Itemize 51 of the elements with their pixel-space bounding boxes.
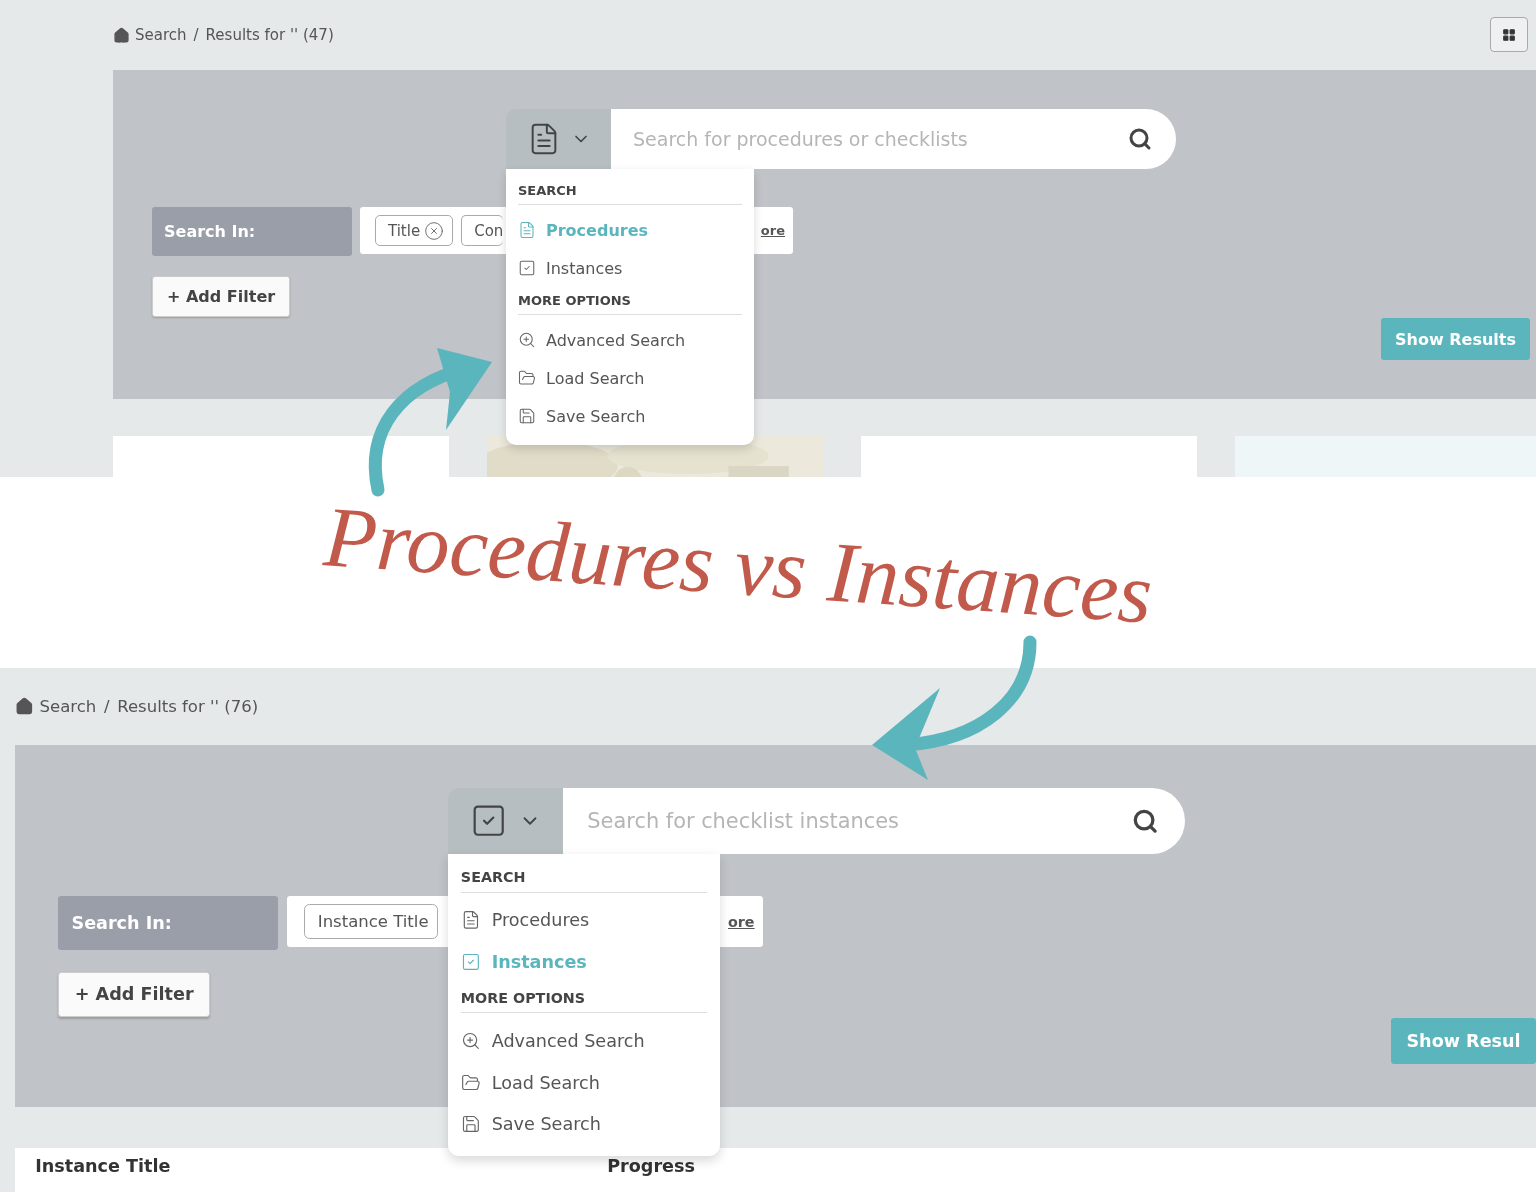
- add-filter-button[interactable]: + Add Filter: [152, 276, 291, 317]
- menu-heading: SEARCH: [518, 183, 742, 205]
- search-icon: [1128, 127, 1152, 151]
- menu-heading: MORE OPTIONS: [518, 293, 742, 315]
- column-header: Instance Title: [35, 1156, 172, 1179]
- menu-item[interactable]: Save Search: [518, 397, 742, 435]
- handwritten-title: Procedures vs Instances: [321, 486, 1156, 644]
- filter-chip[interactable]: Title: [375, 215, 454, 246]
- save-icon: [518, 407, 536, 425]
- search-type-toggle[interactable]: [447, 787, 564, 854]
- home-icon: [113, 26, 130, 44]
- menu-item[interactable]: Load Search: [460, 1061, 708, 1104]
- filter-chip[interactable]: Con: [461, 215, 504, 246]
- search-in-label: Search In:: [152, 207, 352, 256]
- checkbox-icon: [518, 259, 536, 277]
- search-in-label: Search In:: [58, 895, 279, 950]
- menu-heading: MORE OPTIONS: [460, 989, 708, 1014]
- menu-heading: SEARCH: [460, 869, 708, 893]
- document-icon: [518, 221, 536, 239]
- breadcrumb-separator: /: [103, 697, 110, 716]
- filter-chip[interactable]: Instance Title: [303, 904, 439, 939]
- breadcrumb-separator: /: [193, 26, 199, 44]
- more-link[interactable]: ore: [760, 223, 785, 238]
- menu-item[interactable]: Save Search: [460, 1103, 708, 1146]
- menu-item[interactable]: Procedures: [460, 899, 708, 942]
- column-header: Progress: [607, 1156, 696, 1179]
- search-type-toggle[interactable]: [506, 109, 611, 169]
- breadcrumb-current: Results for '' (47): [205, 26, 334, 44]
- search-field[interactable]: Search for procedures or checklists: [611, 109, 1176, 169]
- grid-icon: [1502, 27, 1516, 42]
- menu-item[interactable]: Instances: [518, 249, 742, 287]
- breadcrumb-link[interactable]: Search: [113, 26, 187, 44]
- search-field[interactable]: Search for checklist instances: [563, 787, 1185, 854]
- search-input[interactable]: Search for checklist instances: [585, 807, 1132, 834]
- folder-icon: [518, 369, 536, 387]
- save-icon: [460, 1114, 481, 1135]
- grid-view-button[interactable]: [1490, 17, 1528, 52]
- breadcrumb-link[interactable]: Search: [15, 697, 97, 716]
- breadcrumb-current: Results for '' (76): [117, 697, 259, 716]
- search-input[interactable]: Search for procedures or checklists: [631, 127, 1128, 151]
- checkbox-icon: [460, 952, 481, 973]
- zoom-in-icon: [460, 1030, 481, 1051]
- menu-item[interactable]: Advanced Search: [460, 1019, 708, 1062]
- add-filter-button[interactable]: + Add Filter: [58, 971, 210, 1017]
- menu-item[interactable]: Advanced Search: [518, 321, 742, 359]
- search-icon: [1131, 807, 1159, 835]
- zoom-in-icon: [518, 331, 536, 349]
- more-link[interactable]: ore: [728, 913, 755, 930]
- menu-item[interactable]: Load Search: [518, 359, 742, 397]
- home-icon: [15, 697, 35, 716]
- folder-icon: [460, 1072, 481, 1093]
